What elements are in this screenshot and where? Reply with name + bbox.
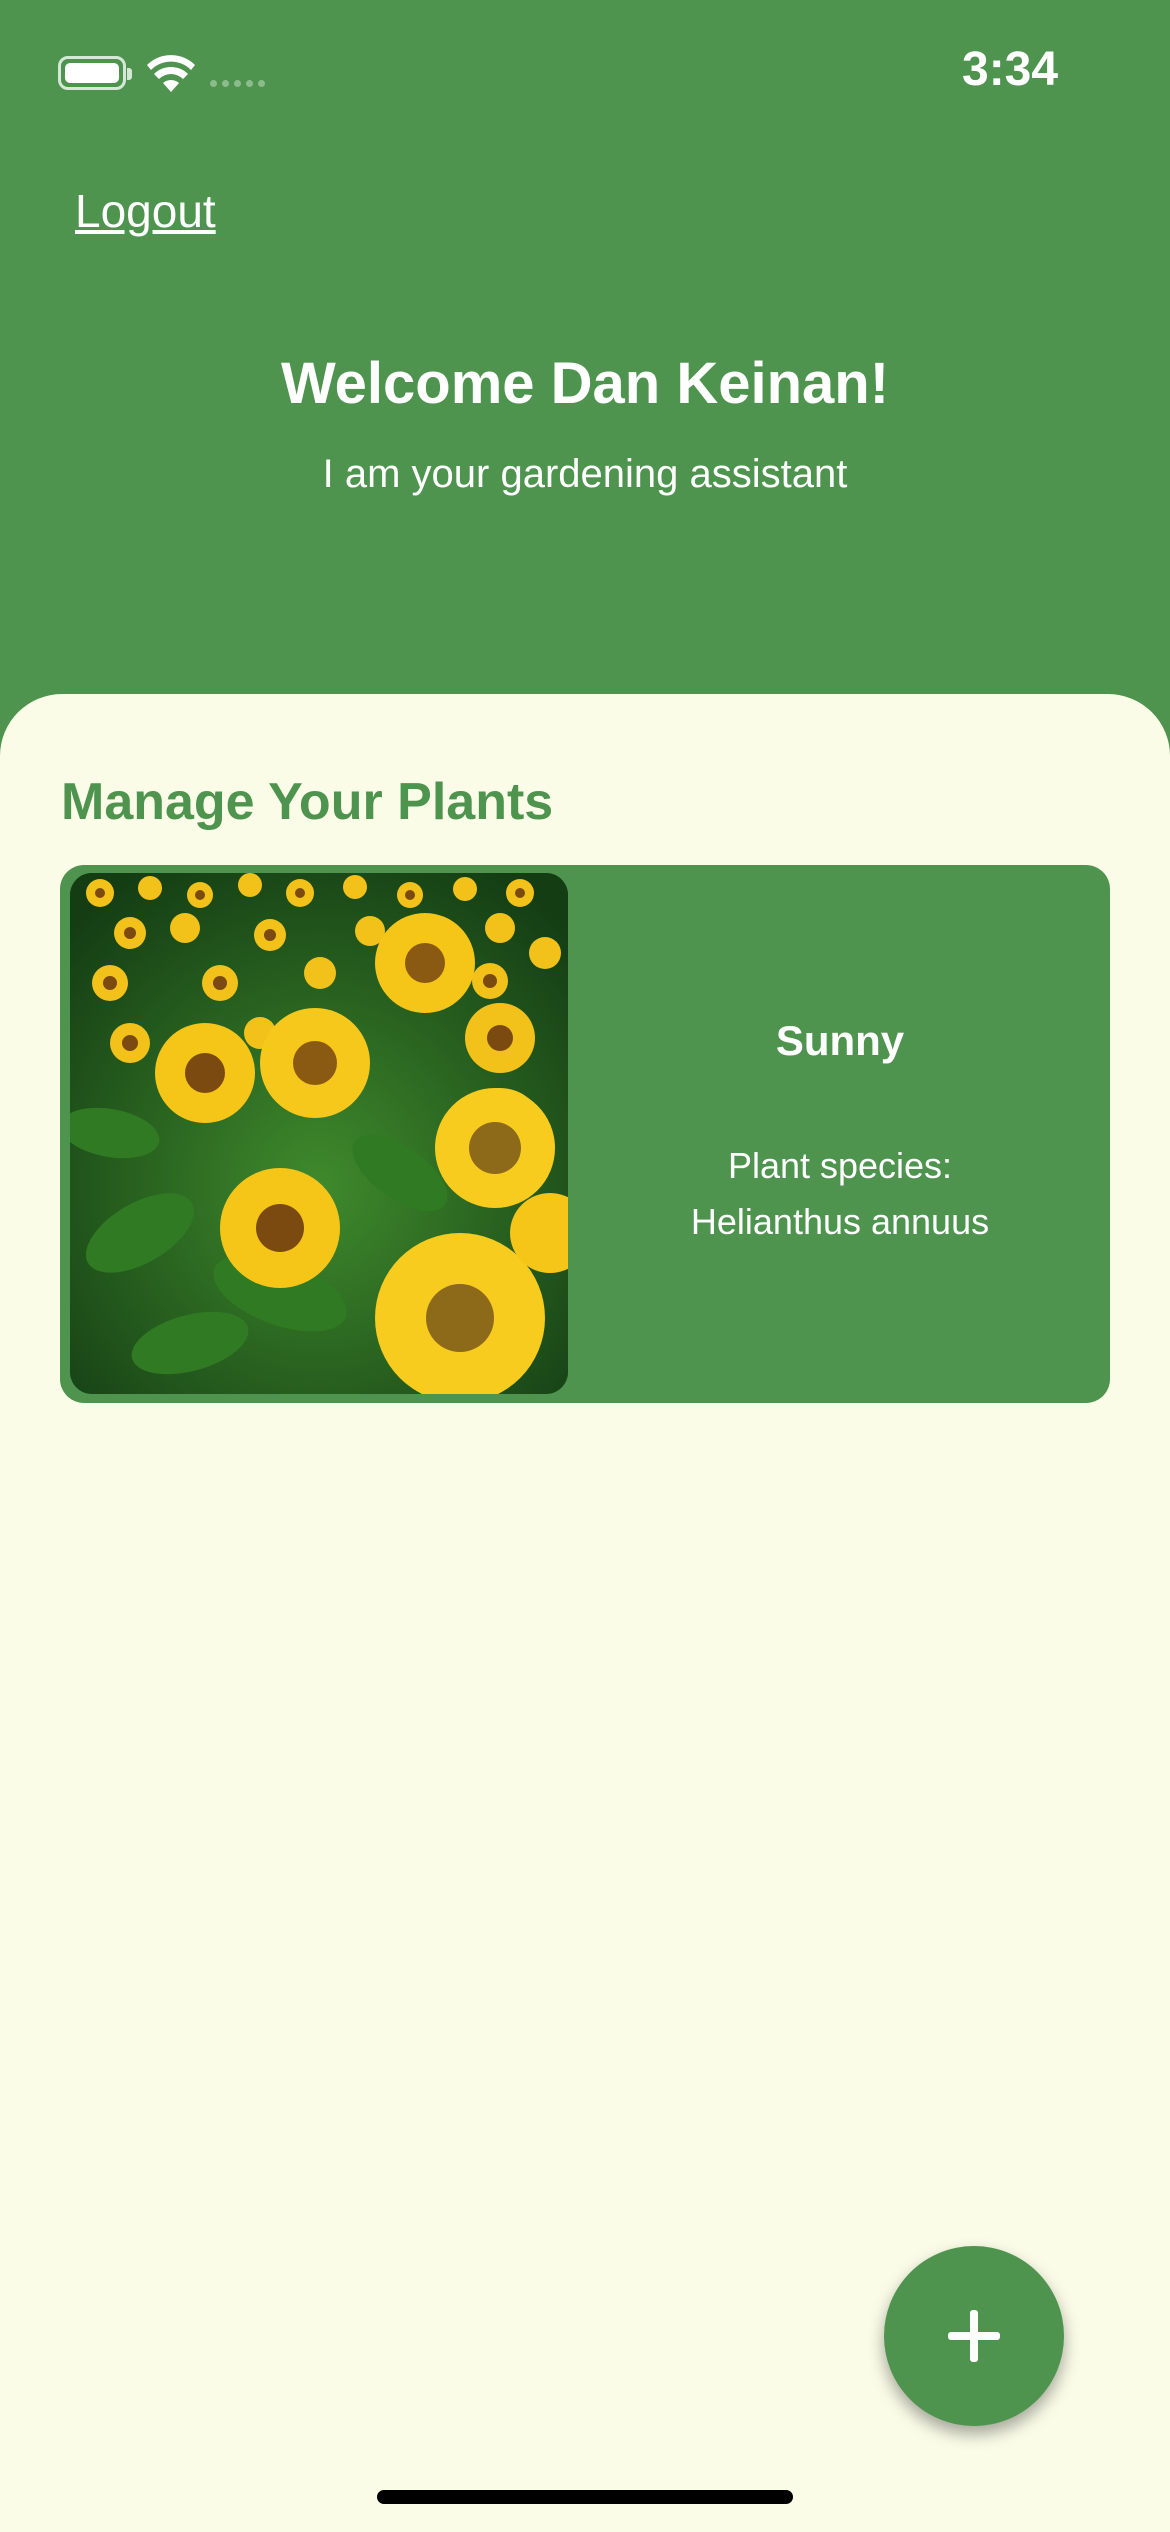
plant-card[interactable]: Sunny Plant species: Helianthus annuus [60,865,1110,1403]
plus-icon [948,2310,1000,2362]
welcome-subtitle: I am your gardening assistant [322,452,848,496]
battery-icon [58,56,132,90]
home-indicator[interactable] [377,2490,793,2504]
welcome-title: Welcome Dan Keinan! [280,351,890,416]
header: 3:34 Logout Welcome Dan Keinan! I am you… [0,0,1170,760]
plant-photo [70,873,568,1394]
wifi-icon [147,55,195,92]
add-plant-button[interactable] [884,2246,1064,2426]
cellular-signal-icon [210,80,265,87]
logout-link[interactable]: Logout [75,184,216,238]
section-title: Manage Your Plants [61,773,554,831]
status-time: 3:34 [962,43,1059,96]
plant-species-value: Helianthus annuus [690,1201,990,1242]
plant-species-label: Plant species: [727,1145,953,1186]
sunflower-photo-illustration [70,873,568,1394]
plant-name: Sunny [775,1017,905,1064]
